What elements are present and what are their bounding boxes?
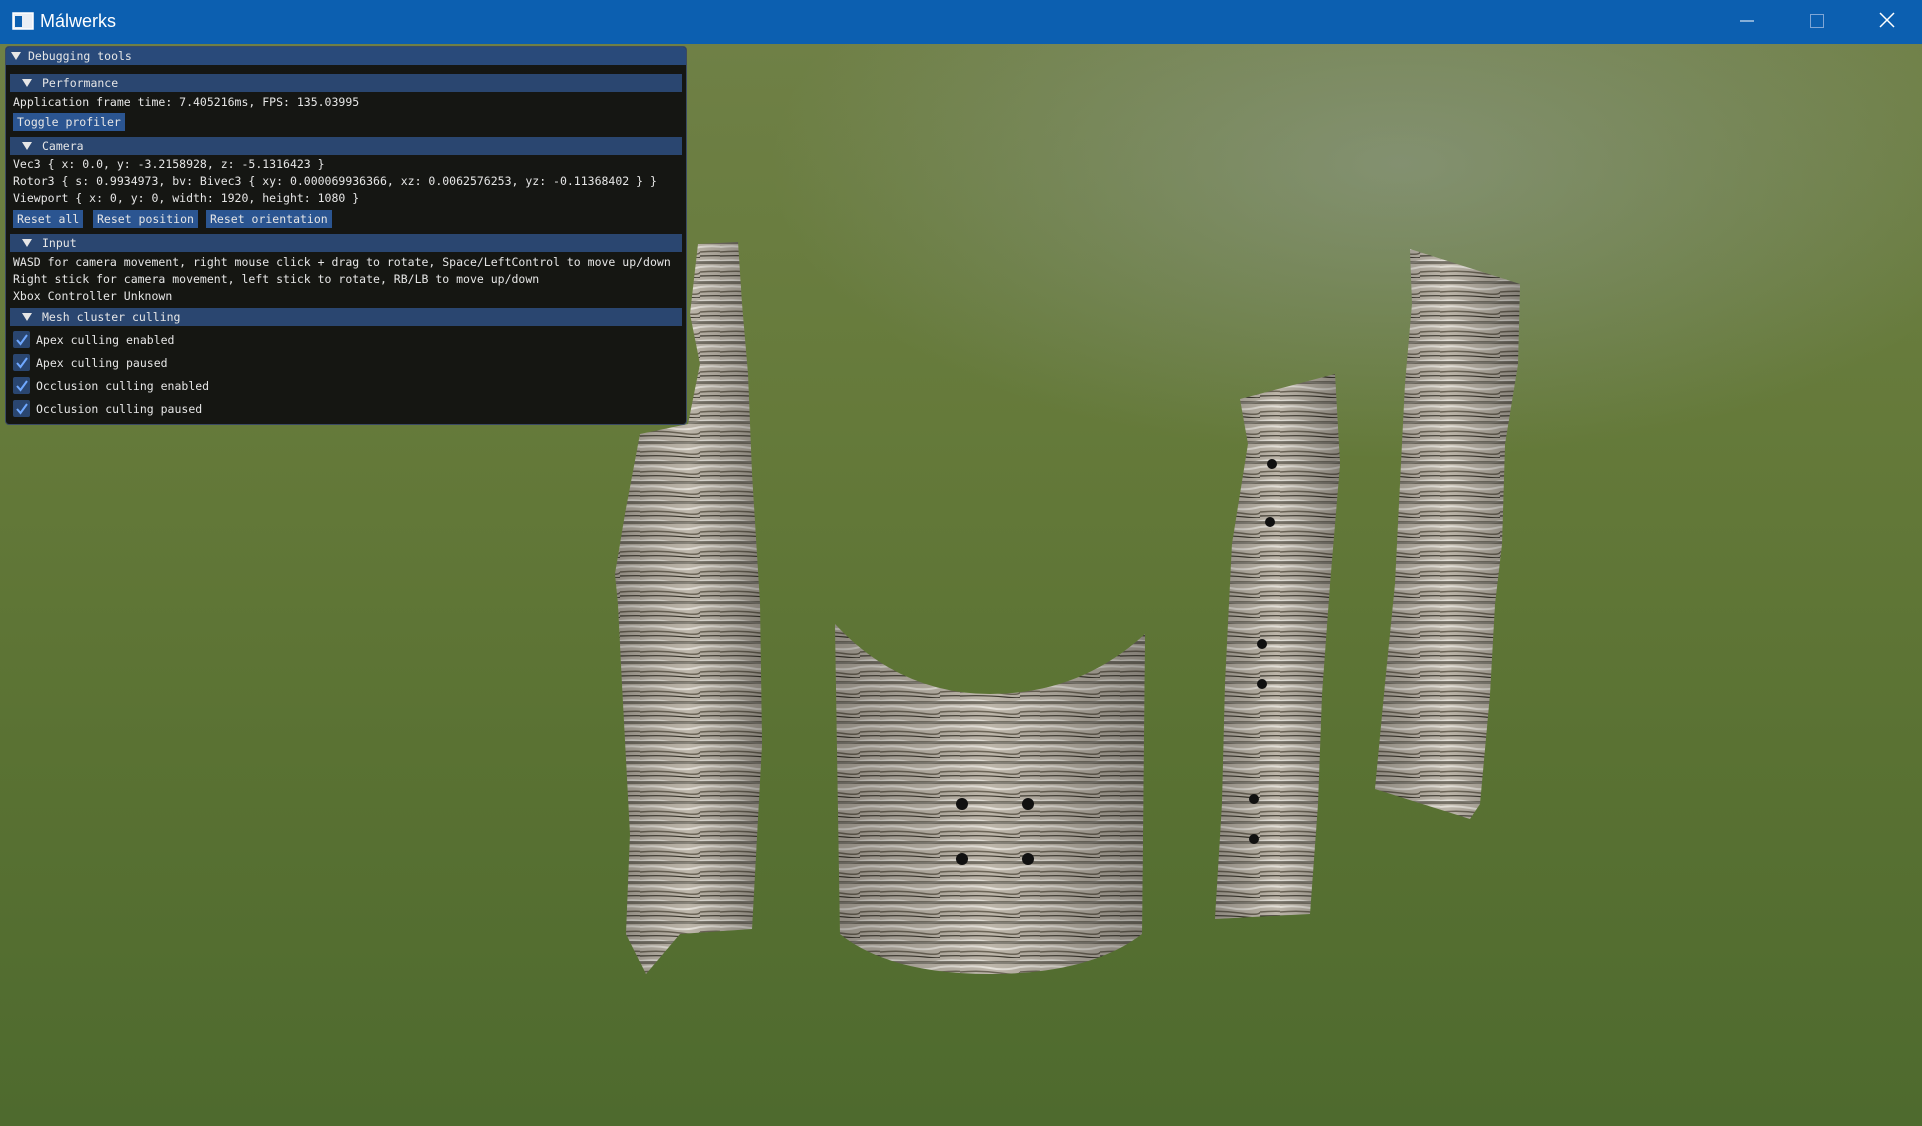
collapse-arrow-icon[interactable] <box>22 79 32 87</box>
checkbox-label: Occlusion culling enabled <box>36 378 210 393</box>
bark-cylinder-center <box>835 624 1145 974</box>
camera-viewport-text: Viewport { x: 0, y: 0, width: 1920, heig… <box>13 191 360 205</box>
apex-culling-enabled-option[interactable]: Apex culling enabled <box>13 331 174 348</box>
minimize-icon <box>1740 13 1754 32</box>
debugging-tools-panel[interactable]: Debugging tools Performance Application … <box>5 46 687 425</box>
input-help-gamepad: Right stick for camera movement, left st… <box>13 272 540 286</box>
section-mesh-cluster-culling[interactable]: Mesh cluster culling <box>10 308 682 326</box>
window-title-bar[interactable]: Málwerks <box>0 0 1922 44</box>
occlusion-culling-paused-checkbox[interactable] <box>13 400 30 417</box>
collapse-arrow-icon[interactable] <box>22 313 32 321</box>
occlusion-culling-paused-option[interactable]: Occlusion culling paused <box>13 400 202 417</box>
toggle-profiler-button[interactable]: Toggle profiler <box>13 113 125 131</box>
section-camera-label: Camera <box>42 139 84 153</box>
collapse-arrow-icon[interactable] <box>11 52 21 60</box>
camera-position-text: Vec3 { x: 0.0, y: -3.2158928, z: -5.1316… <box>13 157 325 171</box>
apex-culling-paused-checkbox[interactable] <box>13 354 30 371</box>
section-input[interactable]: Input <box>10 234 682 252</box>
section-input-label: Input <box>42 236 77 250</box>
app-window-icon <box>12 12 34 30</box>
checkmark-icon <box>15 356 28 369</box>
section-mesh-label: Mesh cluster culling <box>42 310 181 324</box>
checkbox-label: Apex culling enabled <box>36 332 175 347</box>
checkmark-icon <box>15 379 28 392</box>
camera-rotation-text: Rotor3 { s: 0.9934973, bv: Bivec3 { xy: … <box>13 174 657 188</box>
section-camera[interactable]: Camera <box>10 137 682 155</box>
maximize-icon <box>1810 13 1824 32</box>
checkmark-icon <box>15 333 28 346</box>
occlusion-culling-enabled-option[interactable]: Occlusion culling enabled <box>13 377 209 394</box>
checkmark-icon <box>15 402 28 415</box>
window-title: Málwerks <box>40 11 117 31</box>
bark-pillar-right-far <box>1375 249 1520 819</box>
bark-pillar-right-near <box>1215 374 1340 919</box>
reset-orientation-button[interactable]: Reset orientation <box>206 210 332 228</box>
checkbox-label: Apex culling paused <box>36 355 168 370</box>
panel-title-bar[interactable]: Debugging tools <box>6 47 686 65</box>
close-icon <box>1879 12 1895 32</box>
frame-time-text: Application frame time: 7.405216ms, FPS:… <box>13 95 360 109</box>
checkbox-label: Occlusion culling paused <box>36 401 203 416</box>
apex-culling-paused-option[interactable]: Apex culling paused <box>13 354 168 371</box>
reset-position-button[interactable]: Reset position <box>93 210 198 228</box>
section-performance[interactable]: Performance <box>10 74 682 92</box>
reset-all-button[interactable]: Reset all <box>13 210 84 228</box>
collapse-arrow-icon[interactable] <box>22 142 32 150</box>
panel-title: Debugging tools <box>28 49 132 63</box>
occlusion-culling-enabled-checkbox[interactable] <box>13 377 30 394</box>
maximize-button[interactable] <box>1782 0 1852 44</box>
controller-status: Xbox Controller Unknown <box>13 289 173 303</box>
minimize-button[interactable] <box>1712 0 1782 44</box>
close-button[interactable] <box>1852 0 1922 44</box>
apex-culling-enabled-checkbox[interactable] <box>13 331 30 348</box>
input-help-keyboard: WASD for camera movement, right mouse cl… <box>13 255 671 269</box>
section-performance-label: Performance <box>42 76 119 90</box>
collapse-arrow-icon[interactable] <box>22 239 32 247</box>
